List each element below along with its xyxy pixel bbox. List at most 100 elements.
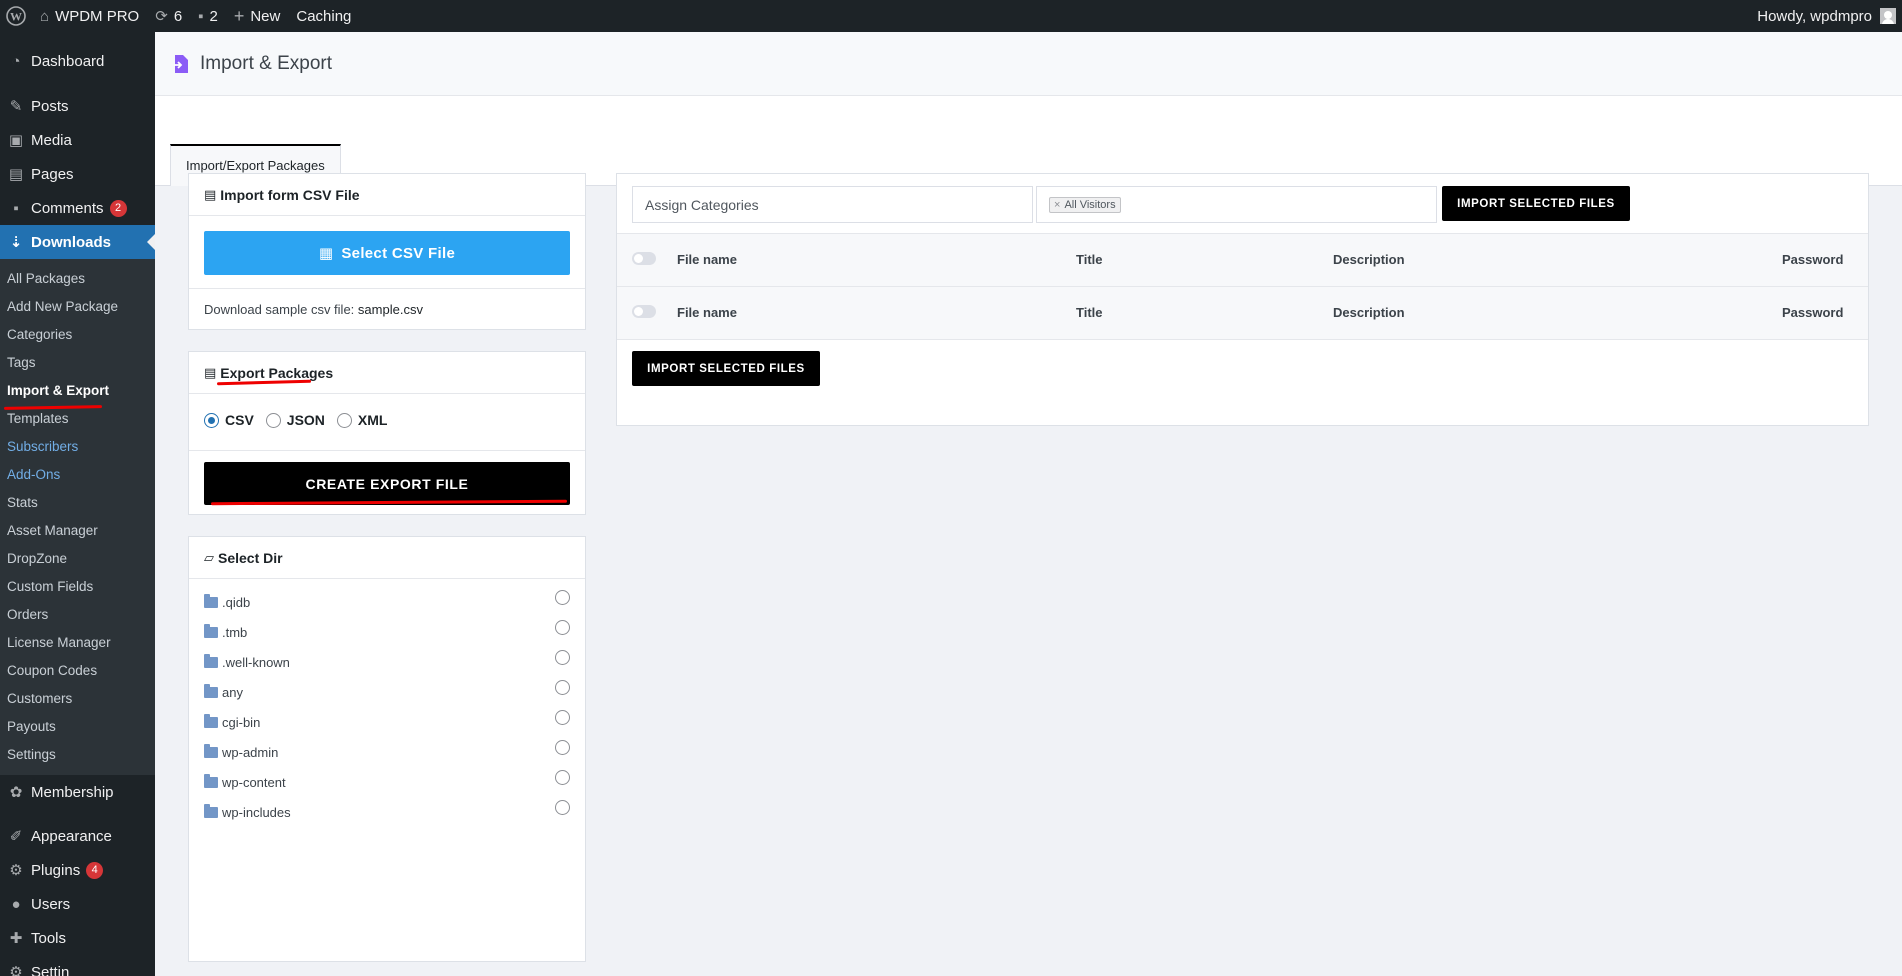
row-select-toggle[interactable] xyxy=(632,252,656,265)
admin-sidebar: ◔ Dashboard ✎ Posts ▣ Media ▤ Pages ▪ Co… xyxy=(0,32,155,976)
menu-membership[interactable]: ✿ Membership xyxy=(0,775,155,809)
updates-count: 6 xyxy=(173,7,183,25)
dir-item[interactable]: .tmb xyxy=(204,617,570,647)
user-icon: ● xyxy=(11,895,21,913)
submenu-tags[interactable]: Tags xyxy=(0,349,155,377)
dir-radio[interactable] xyxy=(555,590,570,605)
menu-membership-label: Membership xyxy=(31,783,114,801)
dir-item[interactable]: cgi-bin xyxy=(204,707,570,737)
menu-users[interactable]: ● Users xyxy=(0,887,155,921)
dir-radio[interactable] xyxy=(555,650,570,665)
submenu-dropzone[interactable]: DropZone xyxy=(0,545,155,573)
dir-item[interactable]: any xyxy=(204,677,570,707)
menu-appearance-label: Appearance xyxy=(31,827,112,845)
submenu-subscribers[interactable]: Subscribers xyxy=(0,433,155,461)
menu-tools[interactable]: ✚ Tools xyxy=(0,921,155,955)
plus-icon: + xyxy=(233,5,245,26)
menu-comments-label: Comments xyxy=(31,199,104,217)
site-name-label: WPDM PRO xyxy=(55,7,140,25)
dir-radio[interactable] xyxy=(555,680,570,695)
updates-link[interactable]: ⟳ 6 xyxy=(147,0,190,32)
menu-appearance[interactable]: ✐ Appearance xyxy=(0,819,155,853)
cell-password: Password xyxy=(1782,305,1844,320)
divider xyxy=(189,450,585,451)
access-select[interactable]: × All Visitors xyxy=(1036,186,1437,223)
dir-item[interactable]: .qidb xyxy=(204,587,570,617)
submenu-import-export[interactable]: Import & Export xyxy=(0,377,155,405)
submenu-stats[interactable]: Stats xyxy=(0,489,155,517)
cell-description: Description xyxy=(1333,305,1405,320)
menu-downloads-label: Downloads xyxy=(31,233,112,251)
dir-list: .qidb .tmb .well-known any cgi-bin wp-ad… xyxy=(204,587,570,827)
settings-icon: ⚙ xyxy=(9,964,23,976)
submenu-payouts[interactable]: Payouts xyxy=(0,713,155,741)
dir-item[interactable]: .well-known xyxy=(204,647,570,677)
remove-tag-icon[interactable]: × xyxy=(1054,199,1060,211)
avatar xyxy=(1880,8,1896,24)
submenu-add-new-package[interactable]: Add New Package xyxy=(0,293,155,321)
submenu-settings[interactable]: Settings xyxy=(0,741,155,769)
create-export-button[interactable]: CREATE EXPORT FILE xyxy=(204,462,570,505)
assign-categories-input[interactable]: Assign Categories xyxy=(632,186,1033,223)
my-account-link[interactable]: Howdy, wpdmpro xyxy=(1749,0,1902,32)
menu-media-label: Media xyxy=(31,131,72,149)
main-content: Import & Export Import/Export Packages ▤… xyxy=(155,32,1902,976)
dir-radio[interactable] xyxy=(555,800,570,815)
submenu-all-packages[interactable]: All Packages xyxy=(0,265,155,293)
menu-downloads[interactable]: ⇣ Downloads xyxy=(0,225,155,259)
format-option-xml[interactable]: XML xyxy=(336,412,387,428)
submenu-coupon-codes[interactable]: Coupon Codes xyxy=(0,657,155,685)
dir-radio[interactable] xyxy=(555,740,570,755)
folder-icon xyxy=(204,744,218,758)
new-content-link[interactable]: + New xyxy=(226,0,289,32)
cell-file-name: File name xyxy=(677,252,737,267)
dir-item[interactable]: wp-admin xyxy=(204,737,570,767)
import-csv-title: Import form CSV File xyxy=(220,186,360,203)
submenu-license-manager[interactable]: License Manager xyxy=(0,629,155,657)
admin-bar: W ⌂ WPDM PRO ⟳ 6 ▪ 2 + New Caching Howdy… xyxy=(0,0,1902,32)
menu-plugins[interactable]: ⚙ Plugins 4 xyxy=(0,853,155,887)
menu-pages[interactable]: ▤ Pages xyxy=(0,157,155,191)
format-csv-radio[interactable] xyxy=(204,412,219,428)
select-csv-button[interactable]: ▦ Select CSV File xyxy=(204,231,570,275)
comments-link[interactable]: ▪ 2 xyxy=(190,0,226,32)
submenu-categories[interactable]: Categories xyxy=(0,321,155,349)
dir-radio[interactable] xyxy=(555,620,570,635)
menu-media[interactable]: ▣ Media xyxy=(0,123,155,157)
submenu-asset-manager[interactable]: Asset Manager xyxy=(0,517,155,545)
create-export-label: CREATE EXPORT FILE xyxy=(305,475,469,492)
menu-dashboard[interactable]: ◔ Dashboard xyxy=(0,44,155,78)
dir-radio[interactable] xyxy=(555,710,570,725)
comments-count: 2 xyxy=(209,7,218,25)
submenu-custom-fields[interactable]: Custom Fields xyxy=(0,573,155,601)
import-selected-button-bottom[interactable]: IMPORT SELECTED FILES xyxy=(632,351,820,386)
dir-item[interactable]: wp-includes xyxy=(204,797,570,827)
menu-posts[interactable]: ✎ Posts xyxy=(0,89,155,123)
select-dir-title: Select Dir xyxy=(218,549,283,566)
folder-icon xyxy=(204,774,218,788)
wrench-icon: ✚ xyxy=(9,930,23,947)
menu-comments[interactable]: ▪ Comments 2 xyxy=(0,191,155,225)
menu-settings[interactable]: ⚙ Settin xyxy=(0,955,155,976)
divider xyxy=(189,288,585,289)
sample-csv-prefix: Download sample csv file: xyxy=(204,302,355,317)
comment-icon: ▪ xyxy=(198,7,204,25)
format-json-radio[interactable] xyxy=(265,412,281,428)
format-option-json[interactable]: JSON xyxy=(265,412,325,428)
dir-radio[interactable] xyxy=(555,770,570,785)
format-option-csv[interactable]: CSV xyxy=(204,412,254,428)
format-xml-radio[interactable] xyxy=(336,412,352,428)
wordpress-logo-icon[interactable]: W xyxy=(0,0,32,32)
row-select-toggle[interactable] xyxy=(632,305,656,318)
caching-link[interactable]: Caching xyxy=(288,0,359,32)
access-tag[interactable]: × All Visitors xyxy=(1049,196,1121,213)
select-dir-header: ▱ Select Dir xyxy=(189,537,585,579)
sample-csv-link[interactable]: sample.csv xyxy=(358,302,423,317)
site-name-link[interactable]: ⌂ WPDM PRO xyxy=(32,0,147,32)
submenu-add-ons[interactable]: Add-Ons xyxy=(0,461,155,489)
submenu-orders[interactable]: Orders xyxy=(0,601,155,629)
dir-item[interactable]: wp-content xyxy=(204,767,570,797)
import-selected-button-top[interactable]: IMPORT SELECTED FILES xyxy=(1442,186,1630,221)
submenu-customers[interactable]: Customers xyxy=(0,685,155,713)
home-icon: ⌂ xyxy=(40,7,50,25)
